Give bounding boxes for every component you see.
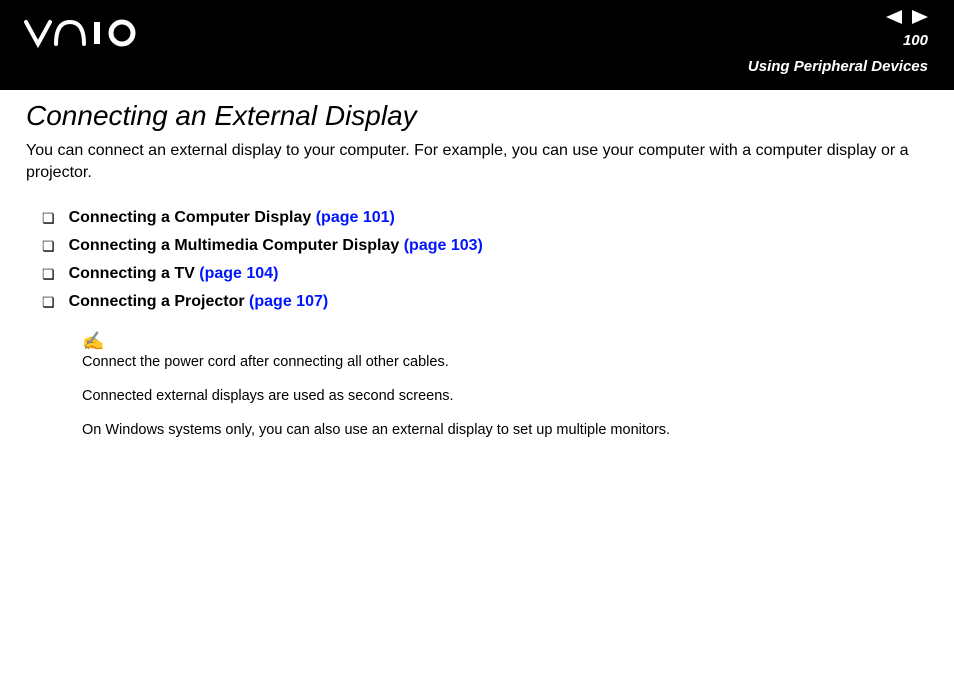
toc-link[interactable]: (page 103) [404, 237, 483, 254]
nav-next-icon[interactable] [912, 10, 928, 24]
bullet-icon: ❏ [42, 239, 55, 253]
toc-label: Connecting a TV [69, 265, 195, 282]
header-bar: 100 Using Peripheral Devices [0, 0, 954, 90]
bullet-icon: ❏ [42, 295, 55, 309]
note-text: On Windows systems only, you can also us… [82, 421, 928, 441]
page-content: Connecting an External Display You can c… [0, 90, 954, 440]
toc-item: ❏ Connecting a TV (page 104) [26, 265, 928, 283]
section-title: Using Peripheral Devices [748, 58, 928, 75]
toc-label: Connecting a Projector [69, 293, 245, 310]
toc-label: Connecting a Multimedia Computer Display [69, 237, 400, 254]
page-title: Connecting an External Display [26, 100, 928, 132]
bullet-icon: ❏ [42, 211, 55, 225]
note-text: Connected external displays are used as … [82, 387, 928, 407]
toc-item: ❏ Connecting a Multimedia Computer Displ… [26, 237, 928, 255]
note-pencil-icon: ✍ [82, 329, 928, 353]
intro-paragraph: You can connect an external display to y… [26, 140, 928, 183]
bullet-icon: ❏ [42, 267, 55, 281]
note-text: Connect the power cord after connecting … [82, 353, 928, 373]
toc-link[interactable]: (page 104) [199, 265, 278, 282]
toc-item: ❏ Connecting a Computer Display (page 10… [26, 209, 928, 227]
toc-link[interactable]: (page 107) [249, 293, 328, 310]
toc-label: Connecting a Computer Display [69, 209, 312, 226]
toc-item: ❏ Connecting a Projector (page 107) [26, 293, 928, 311]
toc-list: ❏ Connecting a Computer Display (page 10… [26, 209, 928, 311]
toc-link[interactable]: (page 101) [316, 209, 395, 226]
nav-prev-icon[interactable] [886, 10, 902, 24]
page-number: 100 [903, 32, 928, 49]
note-block: ✍ Connect the power cord after connectin… [82, 329, 928, 440]
vaio-logo [24, 18, 144, 53]
